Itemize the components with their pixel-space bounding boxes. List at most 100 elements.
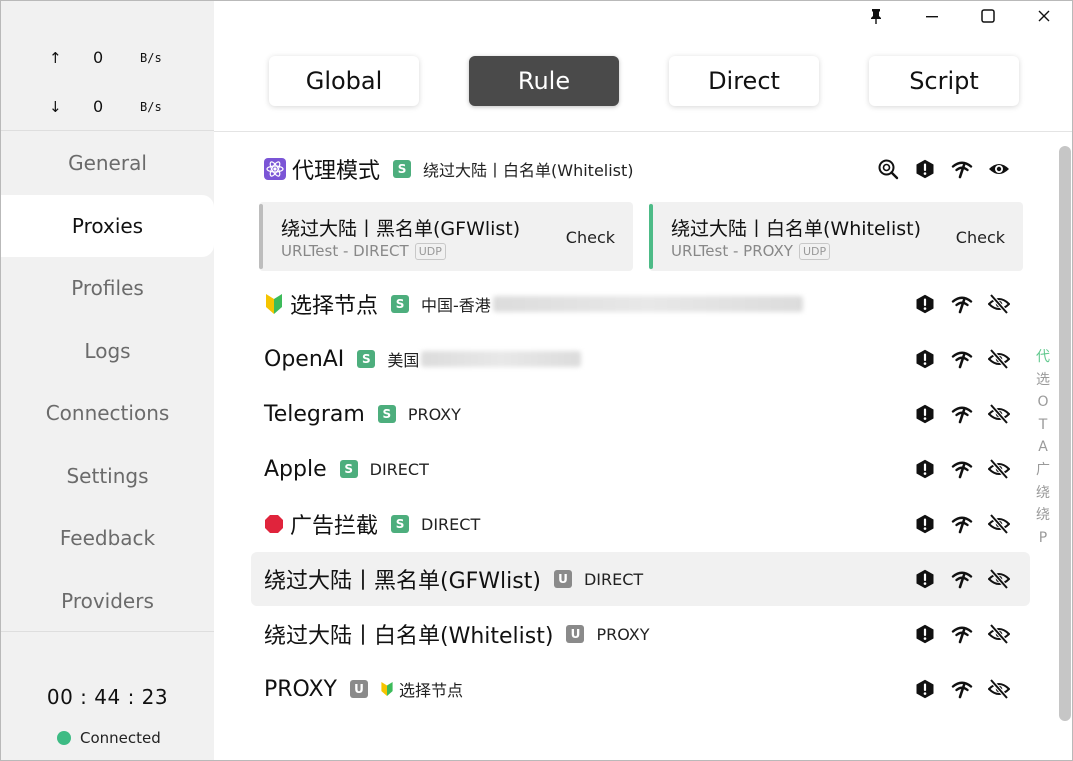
eye-off-icon: [988, 623, 1010, 645]
current-node-text: 选择节点: [398, 681, 463, 700]
group-actions: [901, 607, 1012, 661]
proxy-node-card[interactable]: 绕过大陆丨黑名单(GFWlist) URLTest - DIRECT UDP Ch…: [259, 202, 633, 271]
latency-test-button[interactable]: [949, 456, 975, 482]
latency-test-button[interactable]: [949, 621, 975, 647]
index-item[interactable]: 选: [1036, 369, 1050, 392]
toggle-visibility-button[interactable]: [986, 346, 1012, 372]
minimize-button[interactable]: [904, 1, 960, 31]
udp-badge: UDP: [798, 242, 831, 260]
close-icon: [1038, 10, 1050, 22]
maximize-button[interactable]: [960, 1, 1016, 31]
proxy-group-row[interactable]: 绕过大陆丨黑名单(GFWlist) U DIRECT: [251, 552, 1030, 606]
mode-rule-button[interactable]: Rule: [469, 56, 619, 106]
latency-test-button[interactable]: [949, 156, 975, 182]
alert-button[interactable]: [912, 291, 938, 317]
sidebar-item-feedback[interactable]: Feedback: [1, 507, 214, 570]
toggle-visibility-button[interactable]: [986, 156, 1012, 182]
proxy-group-row[interactable]: PROXY U 选择节点: [251, 662, 1030, 716]
toggle-visibility-button[interactable]: [986, 401, 1012, 427]
latency-test-button[interactable]: [949, 676, 975, 702]
card-indicator-bar: [259, 204, 263, 269]
current-node-text: 中国-香港: [421, 296, 491, 315]
latency-test-button[interactable]: [949, 291, 975, 317]
sidebar-item-profiles[interactable]: Profiles: [1, 257, 214, 320]
upload-unit: B/s: [140, 51, 162, 65]
alert-icon: [916, 679, 934, 699]
index-item[interactable]: A: [1038, 436, 1048, 459]
latency-test-button[interactable]: [949, 346, 975, 372]
download-speed: ↓ 0 B/s: [1, 96, 214, 120]
toggle-visibility-button[interactable]: [986, 566, 1012, 592]
mode-global-button[interactable]: Global: [269, 56, 419, 106]
sidebar-item-logs[interactable]: Logs: [1, 320, 214, 383]
group-current-node: 美国: [387, 347, 582, 371]
minimize-icon: [926, 16, 938, 18]
sidebar-item-providers[interactable]: Providers: [1, 570, 214, 633]
proxy-group-row[interactable]: 绕过大陆丨白名单(Whitelist) U PROXY: [251, 607, 1030, 661]
search-node-button[interactable]: [875, 156, 901, 182]
sidebar-item-proxies[interactable]: Proxies: [1, 194, 214, 257]
group-type-badge: S: [391, 295, 410, 313]
scrollbar[interactable]: [1059, 146, 1071, 721]
alert-button[interactable]: [912, 456, 938, 482]
latency-test-button[interactable]: [949, 401, 975, 427]
eye-off-icon: [988, 678, 1010, 700]
sidebar-item-general[interactable]: General: [1, 132, 214, 195]
wifi-test-icon: [951, 351, 973, 369]
alert-button[interactable]: [912, 676, 938, 702]
toggle-visibility-button[interactable]: [986, 456, 1012, 482]
proxy-group-row[interactable]: 代理模式 S 绕过大陆丨白名单(Whitelist): [251, 142, 1030, 196]
index-item[interactable]: 代: [1036, 346, 1050, 369]
group-type-badge: S: [393, 160, 412, 178]
alert-button[interactable]: [912, 156, 938, 182]
group-actions: [901, 277, 1012, 331]
alert-button[interactable]: [912, 621, 938, 647]
toggle-visibility-button[interactable]: [986, 621, 1012, 647]
proxy-group-row[interactable]: Telegram S PROXY: [251, 387, 1030, 441]
proxy-group-row[interactable]: OpenAI S 美国: [251, 332, 1030, 386]
wifi-test-icon: [951, 296, 973, 314]
group-name-text: 代理模式: [292, 159, 381, 184]
index-item[interactable]: P: [1039, 527, 1047, 550]
toggle-visibility-button[interactable]: [986, 291, 1012, 317]
index-item[interactable]: T: [1039, 414, 1048, 437]
titlebar-controls: [848, 1, 1072, 31]
toggle-visibility-button[interactable]: [986, 676, 1012, 702]
download-value: 0: [93, 97, 104, 116]
alert-button[interactable]: [912, 346, 938, 372]
proxy-group-row[interactable]: 广告拦截 S DIRECT: [251, 497, 1030, 551]
index-item[interactable]: 广: [1036, 459, 1050, 482]
index-item[interactable]: 绕: [1036, 482, 1050, 505]
alert-button[interactable]: [912, 511, 938, 537]
index-item[interactable]: 绕: [1036, 504, 1050, 527]
latency-test-button[interactable]: [949, 511, 975, 537]
atom-icon: [264, 158, 286, 180]
group-name: Telegram: [264, 401, 365, 427]
check-button[interactable]: Check: [956, 228, 1005, 247]
alert-icon: [916, 569, 934, 589]
group-current-node: PROXY: [596, 624, 650, 644]
sidebar-item-settings[interactable]: Settings: [1, 445, 214, 508]
group-actions: [864, 142, 1012, 196]
proxy-node-card[interactable]: 绕过大陆丨白名单(Whitelist) URLTest - PROXY UDP C…: [649, 202, 1023, 271]
group-name-text: 选择节点: [290, 294, 379, 319]
index-item[interactable]: O: [1037, 391, 1048, 414]
alert-icon: [916, 349, 934, 369]
alert-button[interactable]: [912, 401, 938, 427]
check-button[interactable]: Check: [566, 228, 615, 247]
node-type: URLTest - PROXY UDP: [671, 242, 831, 260]
toggle-visibility-button[interactable]: [986, 511, 1012, 537]
wifi-test-icon: [951, 571, 973, 589]
pin-button[interactable]: [848, 1, 904, 31]
latency-test-button[interactable]: [949, 566, 975, 592]
close-button[interactable]: [1016, 1, 1072, 31]
proxy-group-row[interactable]: Apple S DIRECT: [251, 442, 1030, 496]
sidebar-item-connections[interactable]: Connections: [1, 382, 214, 445]
group-current-node: DIRECT: [421, 514, 481, 534]
mode-direct-button[interactable]: Direct: [669, 56, 819, 106]
proxy-group-row[interactable]: 选择节点 S 中国-香港: [251, 277, 1030, 331]
mode-script-button[interactable]: Script: [869, 56, 1019, 106]
alert-button[interactable]: [912, 566, 938, 592]
group-actions: [901, 332, 1012, 386]
group-name: 代理模式: [264, 153, 380, 185]
